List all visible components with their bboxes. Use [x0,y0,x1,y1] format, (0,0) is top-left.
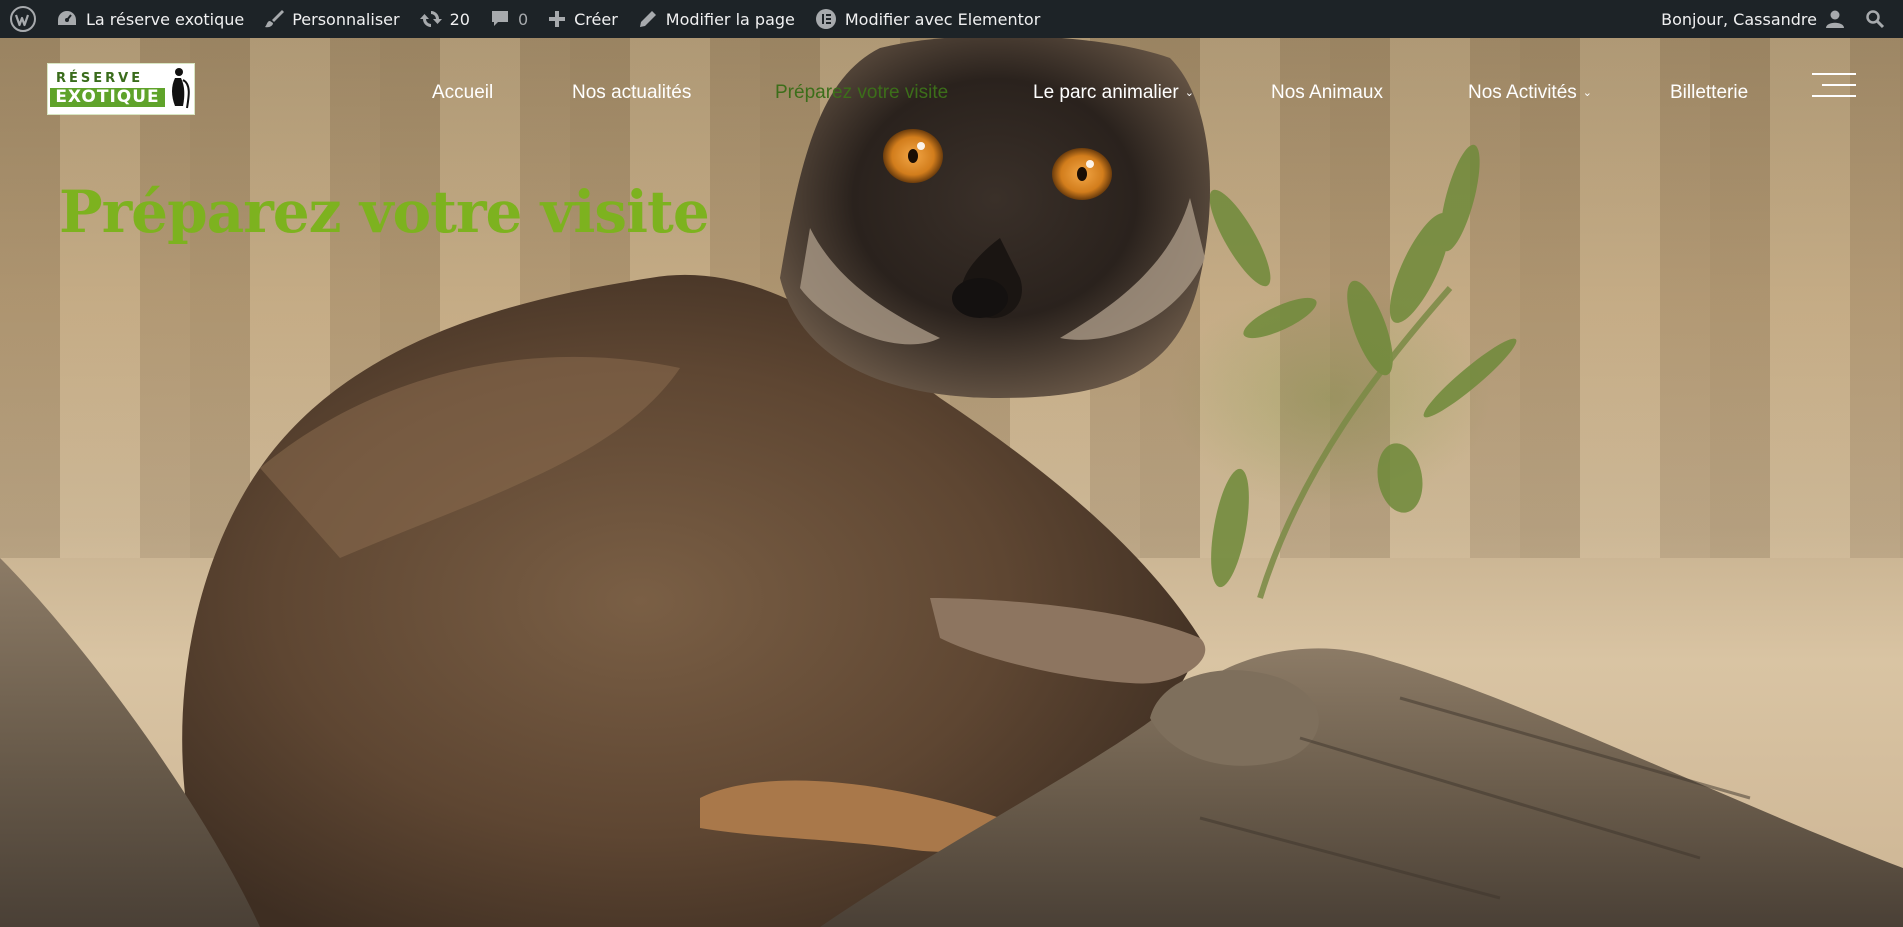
nav-item-nos-activites[interactable]: Nos Activités ⌄ [1468,73,1592,113]
new-content-label: Créer [574,9,618,29]
comments-link[interactable]: 0 [480,0,538,38]
edit-page-link[interactable]: Modifier la page [628,0,805,38]
pencil-icon [639,11,656,27]
nav-label: Préparez votre visite [775,82,949,103]
hero-image [0,38,1903,927]
nav-item-actualites[interactable]: Nos actualités [572,73,691,113]
user-avatar-icon [1826,10,1844,28]
wordpress-menu[interactable] [0,0,46,38]
page-title: Préparez votre visite [59,178,710,246]
new-content-menu[interactable]: Créer [538,0,628,38]
updates-count: 20 [449,9,470,29]
site-name-label: La réserve exotique [86,9,245,29]
updates-icon [419,11,442,27]
chevron-down-icon: ⌄ [1582,87,1592,99]
edit-elementor-label: Modifier avec Elementor [844,9,1041,29]
main-navigation: Accueil Nos actualités Préparez votre vi… [0,73,1903,113]
search-icon [1866,10,1885,29]
chevron-down-icon: ⌄ [1184,87,1194,99]
lemur-nose [952,278,1008,318]
greeting-label: Bonjour, Cassandre [1661,9,1817,29]
updates-link[interactable]: 20 [410,0,480,38]
nav-item-preparez-votre-visite[interactable]: Préparez votre visite [775,73,948,113]
search-button[interactable] [1855,0,1895,38]
plus-icon [549,11,566,27]
nav-label: Billetterie [1670,82,1749,103]
nav-item-accueil[interactable]: Accueil [432,73,493,113]
my-account-menu[interactable]: Bonjour, Cassandre [1651,0,1855,38]
paintbrush-icon [265,10,285,28]
elementor-icon [815,9,836,29]
customize-link[interactable]: Personnaliser [254,0,409,38]
nav-label: Nos actualités [572,82,692,103]
comments-count: 0 [517,9,529,29]
nav-label: Nos Animaux [1271,82,1383,103]
nav-label: Nos Activités [1468,82,1577,103]
edit-page-label: Modifier la page [665,9,795,29]
nav-label: Accueil [432,82,494,103]
edit-elementor-link[interactable]: Modifier avec Elementor [805,0,1050,38]
customize-label: Personnaliser [292,9,400,29]
nav-item-nos-animaux[interactable]: Nos Animaux [1271,73,1383,113]
nav-item-billetterie[interactable]: Billetterie [1670,73,1748,113]
comment-icon [491,11,508,26]
hamburger-menu-icon[interactable] [1812,71,1856,101]
admin-bar: La réserve exotique Personnaliser 20 0 C… [0,0,1903,38]
nav-label: Le parc animalier [1033,82,1179,103]
dashboard-icon [58,11,76,25]
wordpress-icon [10,6,36,32]
plant-leaves [1209,144,1517,599]
nav-item-parc-animalier[interactable]: Le parc animalier ⌄ [1033,73,1194,113]
hero-section: RÉSERVE EXOTIQUE Accueil Nos actualités … [0,38,1903,927]
site-name-menu[interactable]: La réserve exotique [46,0,254,38]
